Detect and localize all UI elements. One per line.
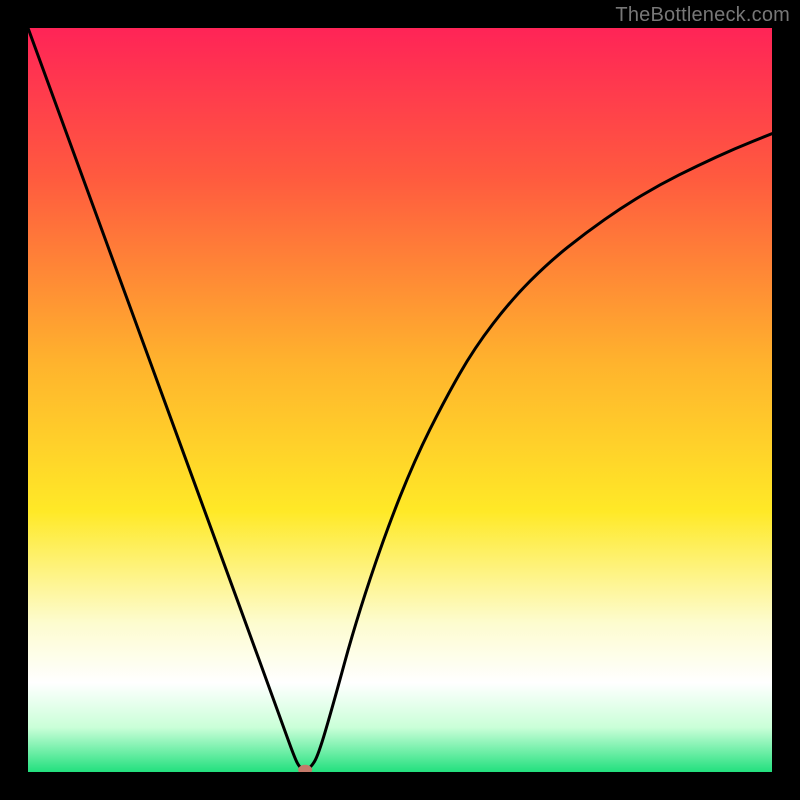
plot-area bbox=[28, 28, 772, 772]
gradient-background bbox=[28, 28, 772, 772]
chart-svg bbox=[28, 28, 772, 772]
watermark-text: TheBottleneck.com bbox=[615, 4, 790, 27]
chart-frame: TheBottleneck.com bbox=[0, 0, 800, 800]
